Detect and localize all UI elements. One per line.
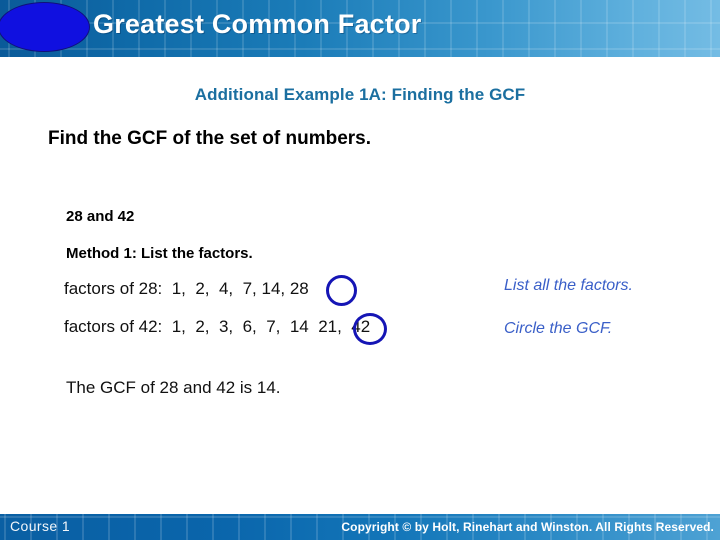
header-ellipse-icon bbox=[0, 2, 90, 52]
side-note-list-factors: List all the factors. bbox=[504, 277, 633, 294]
factor-row-42: factors of 42: 1, 2, 3, 6, 7, 14 21, 42 bbox=[64, 317, 371, 336]
page-title: Greatest Common Factor bbox=[93, 9, 422, 39]
footer-copyright-label: Copyright © by Holt, Rinehart and Winsto… bbox=[341, 520, 714, 534]
side-note-circle-gcf: Circle the GCF. bbox=[504, 320, 613, 337]
header-banner: Greatest Common Factor bbox=[0, 0, 720, 57]
method-label: Method 1: List the factors. bbox=[66, 245, 253, 262]
gcf-circle-annotation-28 bbox=[326, 275, 357, 306]
instruction-prompt: Find the GCF of the set of numbers. bbox=[48, 128, 371, 149]
numbers-label: 28 and 42 bbox=[66, 208, 135, 225]
example-subtitle: Additional Example 1A: Finding the GCF bbox=[194, 85, 526, 104]
footer-bar: Course 1 Copyright © by Holt, Rinehart a… bbox=[0, 514, 720, 540]
footer-course-label: Course 1 bbox=[10, 518, 71, 534]
slide-canvas: Greatest Common Factor Additional Exampl… bbox=[0, 0, 720, 540]
factor-row-28: factors of 28: 1, 2, 4, 7, 14, 28 bbox=[64, 279, 309, 298]
conclusion-text: The GCF of 28 and 42 is 14. bbox=[66, 378, 281, 397]
